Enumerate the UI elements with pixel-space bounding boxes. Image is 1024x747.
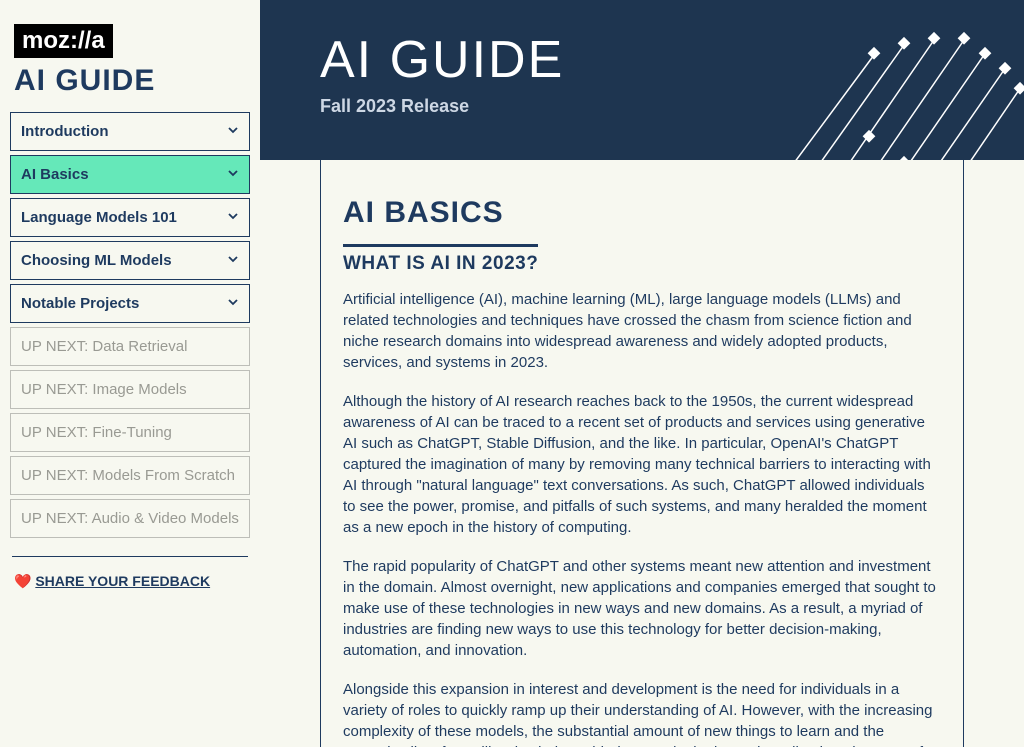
nav-introduction[interactable]: Introduction xyxy=(10,112,250,151)
nav-label: Choosing ML Models xyxy=(21,252,172,269)
upnext-data-retrieval[interactable]: UP NEXT: Data Retrieval xyxy=(10,327,250,366)
hero-subtitle: Fall 2023 Release xyxy=(320,96,964,117)
divider xyxy=(12,556,248,557)
nav-label: AI Basics xyxy=(21,166,89,183)
upnext-audio-video[interactable]: UP NEXT: Audio & Video Models xyxy=(10,499,250,538)
chevron-down-icon xyxy=(227,210,239,225)
hero-title: AI GUIDE xyxy=(320,30,964,90)
nav-ai-basics[interactable]: AI Basics xyxy=(10,155,250,194)
heart-icon: ❤️ xyxy=(14,573,31,589)
section-title: AI BASICS xyxy=(343,196,941,230)
site-title[interactable]: AI GUIDE xyxy=(14,64,246,98)
nav-choosing-ml[interactable]: Choosing ML Models xyxy=(10,241,250,280)
chevron-down-icon xyxy=(227,296,239,311)
chevron-down-icon xyxy=(227,124,239,139)
upnext-image-models[interactable]: UP NEXT: Image Models xyxy=(10,370,250,409)
nav-label: Language Models 101 xyxy=(21,209,177,226)
upnext-fine-tuning[interactable]: UP NEXT: Fine-Tuning xyxy=(10,413,250,452)
feedback-link[interactable]: SHARE YOUR FEEDBACK xyxy=(35,573,210,589)
section-subhead: WHAT IS AI IN 2023? xyxy=(343,244,538,275)
paragraph: Although the history of AI research reac… xyxy=(343,391,941,538)
paragraph: Alongside this expansion in interest and… xyxy=(343,679,941,747)
sidebar: moz://a AI GUIDE Introduction AI Basics … xyxy=(0,0,260,747)
feedback: ❤️ SHARE YOUR FEEDBACK xyxy=(14,573,246,590)
paragraph: The rapid popularity of ChatGPT and othe… xyxy=(343,556,941,661)
nav-language-models[interactable]: Language Models 101 xyxy=(10,198,250,237)
nav-notable-projects[interactable]: Notable Projects xyxy=(10,284,250,323)
nav-label: UP NEXT: Fine-Tuning xyxy=(21,424,172,441)
nav-label: UP NEXT: Models From Scratch xyxy=(21,467,235,484)
nav-label: UP NEXT: Data Retrieval xyxy=(21,338,187,355)
chevron-down-icon xyxy=(227,167,239,182)
logo[interactable]: moz://a xyxy=(14,24,246,58)
hero-banner: AI GUIDE Fall 2023 Release xyxy=(260,0,1024,160)
main: AI GUIDE Fall 2023 Release xyxy=(260,0,1024,747)
content: AI BASICS WHAT IS AI IN 2023? Artificial… xyxy=(320,160,964,747)
logo-text: moz://a xyxy=(14,24,113,58)
nav-label: UP NEXT: Image Models xyxy=(21,381,187,398)
upnext-models-from-scratch[interactable]: UP NEXT: Models From Scratch xyxy=(10,456,250,495)
nav-label: Notable Projects xyxy=(21,295,139,312)
nav-label: Introduction xyxy=(21,123,108,140)
chevron-down-icon xyxy=(227,253,239,268)
nav-label: UP NEXT: Audio & Video Models xyxy=(21,510,239,527)
paragraph: Artificial intelligence (AI), machine le… xyxy=(343,289,941,373)
